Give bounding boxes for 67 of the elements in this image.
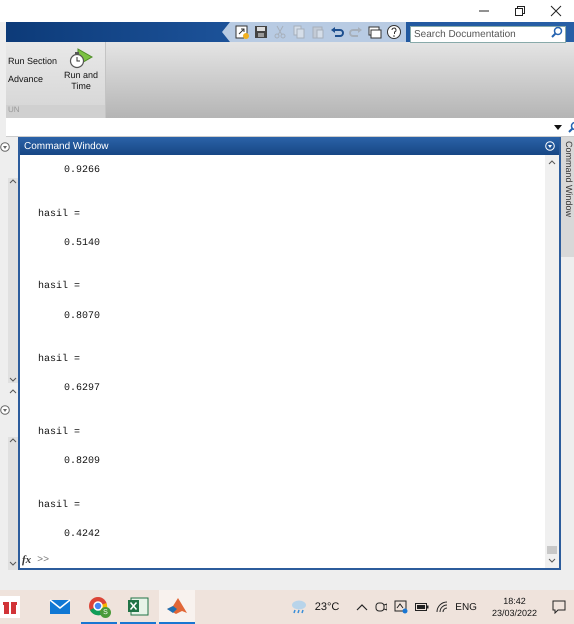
stopwatch-play-icon xyxy=(69,48,94,70)
command-prompt: >> xyxy=(37,554,50,566)
close-icon xyxy=(550,5,562,17)
restore-icon xyxy=(514,5,526,17)
output-value: 0.4242 xyxy=(64,528,102,542)
help-icon xyxy=(386,24,402,40)
save-icon xyxy=(253,24,269,40)
output-variable: hasil = xyxy=(38,426,82,440)
scroll-up-icon[interactable] xyxy=(9,388,17,395)
taskbar-app[interactable] xyxy=(159,590,195,624)
save-button[interactable] xyxy=(253,24,269,40)
camera-icon[interactable] xyxy=(375,600,388,614)
output-value: 0.6297 xyxy=(64,382,102,396)
taskbar-clock[interactable]: 18:42 23/03/2022 xyxy=(492,595,537,619)
shortcut-icon xyxy=(234,24,250,40)
temperature[interactable]: 23°C xyxy=(314,601,340,613)
scroll-bar[interactable] xyxy=(8,178,18,383)
scroll-bar[interactable] xyxy=(545,155,559,568)
paste-icon xyxy=(310,24,326,40)
output-variable: hasil = xyxy=(38,498,82,513)
output-value: 0.8209 xyxy=(64,455,102,470)
input-language[interactable]: ENG xyxy=(455,602,477,612)
battery-icon[interactable] xyxy=(415,603,430,611)
clock-time: 18:42 xyxy=(503,595,526,607)
panel-title: Command Window xyxy=(24,140,108,152)
scroll-thumb[interactable] xyxy=(547,546,557,554)
ribbon-item[interactable]: Run Section xyxy=(8,56,58,66)
dropdown-caret-icon[interactable] xyxy=(554,124,562,130)
scroll-down-icon[interactable] xyxy=(9,376,17,383)
output-value: 0.8070 xyxy=(64,310,102,324)
windows-icon xyxy=(367,24,383,40)
clock-date: 23/03/2022 xyxy=(492,607,537,619)
function-browser-button[interactable]: fx xyxy=(20,554,32,566)
gift-icon xyxy=(0,596,20,618)
scroll-down-icon[interactable] xyxy=(548,557,556,564)
help-button[interactable] xyxy=(386,24,402,40)
scroll-bar[interactable] xyxy=(8,437,18,570)
output-variable: hasil = xyxy=(38,353,82,368)
windows-button[interactable] xyxy=(367,24,383,40)
output-variable: hasil = xyxy=(38,208,82,222)
cloud-rain-icon[interactable] xyxy=(290,599,308,615)
display-icon[interactable] xyxy=(394,600,408,614)
ribbon-item[interactable]: Advance xyxy=(8,74,58,84)
cut-icon xyxy=(272,24,288,40)
output-value: 0.9266 xyxy=(64,164,102,178)
redo-icon xyxy=(348,24,364,40)
output-variable: hasil = xyxy=(38,280,82,294)
scroll-up-icon[interactable] xyxy=(9,178,17,185)
undo-icon xyxy=(329,24,345,40)
wifi-icon[interactable] xyxy=(436,601,448,613)
search-icon xyxy=(551,26,563,38)
run-and-time-button[interactable]: Run and Time xyxy=(61,46,102,105)
shortcut-button[interactable] xyxy=(234,24,250,40)
scroll-up-icon[interactable] xyxy=(548,159,556,166)
chevron-up-icon[interactable] xyxy=(356,603,368,611)
search-field[interactable]: Search Documentation xyxy=(410,26,566,42)
notification-icon[interactable] xyxy=(552,600,566,614)
panel-tab[interactable]: Command Window xyxy=(561,137,574,257)
scroll-up-icon[interactable] xyxy=(9,437,17,444)
panel-menu-icon[interactable] xyxy=(0,405,10,415)
output-value: 0.5140 xyxy=(64,236,102,251)
panel-menu-icon[interactable] xyxy=(0,142,10,152)
undo-button[interactable] xyxy=(329,24,345,40)
search-icon[interactable] xyxy=(568,121,574,133)
excel-icon xyxy=(127,596,149,618)
copy-icon xyxy=(291,24,307,40)
scroll-down-icon[interactable] xyxy=(9,560,17,567)
